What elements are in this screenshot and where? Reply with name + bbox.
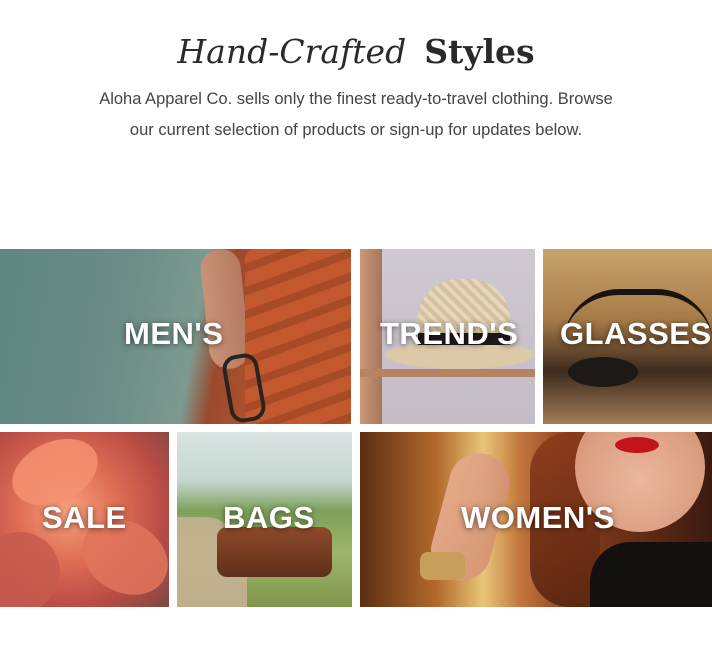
- category-label-womens: WOMEN'S: [461, 500, 615, 535]
- category-tile-mens[interactable]: MEN'S: [0, 249, 351, 424]
- trends-chair-image: [360, 249, 382, 424]
- glasses-lens-image: [568, 357, 638, 387]
- category-tile-womens[interactable]: WOMEN'S: [360, 432, 712, 607]
- category-label-glasses: GLASSES: [560, 316, 712, 351]
- womens-lips-image: [615, 437, 659, 453]
- heading-italic-text: Hand-Crafted: [177, 32, 407, 71]
- sale-flower-petal-image: [0, 532, 60, 607]
- category-label-trends: TREND'S: [380, 316, 519, 351]
- page-heading: Hand-Crafted Styles: [0, 30, 712, 74]
- intro-text: Aloha Apparel Co. sells only the finest …: [99, 90, 613, 139]
- category-label-bags: BAGS: [223, 500, 315, 535]
- womens-watch-image: [420, 552, 465, 580]
- womens-shirt-image: [590, 542, 712, 607]
- category-label-sale: SALE: [42, 500, 127, 535]
- category-tile-sale[interactable]: SALE: [0, 432, 169, 607]
- trends-shelf-image: [360, 369, 535, 377]
- heading-bold-text: Styles: [424, 32, 535, 71]
- category-tile-glasses[interactable]: GLASSES: [543, 249, 712, 424]
- category-tile-trends[interactable]: TREND'S: [360, 249, 535, 424]
- category-tile-bags[interactable]: BAGS: [177, 432, 352, 607]
- category-label-mens: MEN'S: [124, 316, 224, 351]
